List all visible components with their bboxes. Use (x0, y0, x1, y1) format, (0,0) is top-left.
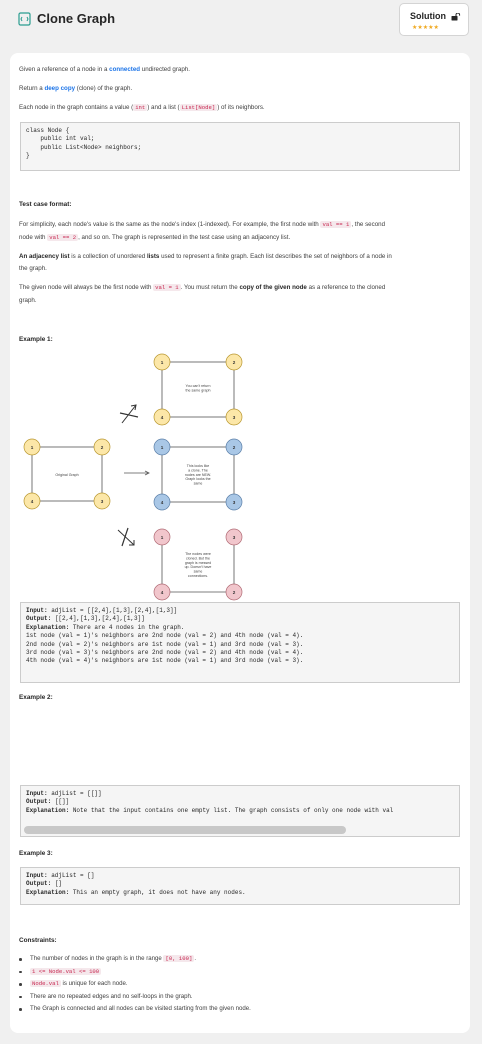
arrow-right-icon (124, 470, 150, 476)
page-title: Clone Graph (37, 11, 116, 26)
example-3-heading: Example 3: (19, 850, 53, 857)
graph-node: 1 (153, 438, 171, 456)
graph-node: 3 (225, 408, 243, 426)
graph-node: 1 (23, 438, 41, 456)
same-graph-caption: You can't return the same graph (186, 384, 211, 392)
example-1-output-box: Input: adjList = [[2,4],[1,3],[2,4],[1,3… (20, 602, 460, 683)
graph-node: 3 (225, 528, 243, 546)
svg-text:3: 3 (233, 535, 236, 540)
svg-text:2: 2 (233, 445, 236, 450)
svg-text:1: 1 (161, 445, 164, 450)
graph-node: 4 (23, 492, 41, 510)
rating-stars: ★★★★★ (412, 25, 439, 31)
svg-text:3: 3 (233, 415, 236, 420)
list-item: Node.val is unique for each node. (19, 978, 251, 991)
svg-text:2: 2 (233, 360, 236, 365)
solution-button[interactable]: Solution ★★★★★ (399, 3, 469, 36)
svg-text:1: 1 (31, 445, 34, 450)
svg-text:4: 4 (161, 590, 164, 595)
crossed-arrow-down-icon (117, 527, 135, 547)
list-item: 1 <= Node.val <= 100 (19, 966, 251, 979)
graph-node: 2 (93, 438, 111, 456)
original-graph: Original Graph 1 2 3 4 (23, 438, 111, 510)
same-graph-wrong: You can't return the same graph 1 2 3 4 (153, 353, 243, 426)
svg-text:1: 1 (161, 535, 164, 540)
unlock-icon (451, 13, 461, 21)
correct-clone-graph: This looks like a clone. The nodes are NEW… (153, 438, 243, 511)
graph-node: 2 (225, 353, 243, 371)
graph-node: 3 (225, 493, 243, 511)
svg-text:3: 3 (233, 500, 236, 505)
graph-node: 3 (93, 492, 111, 510)
list-item: The number of nodes in the graph is in t… (19, 953, 251, 966)
graph-node: 1 (153, 528, 171, 546)
svg-text:2: 2 (233, 590, 236, 595)
example-3-output-box: Input: adjList = [] Output: [] Explanati… (20, 867, 460, 905)
document-icon (18, 12, 31, 26)
list-item: The Graph is connected and all nodes can… (19, 1003, 251, 1016)
crossed-arrow-up-icon (119, 404, 139, 424)
graph-node: 4 (153, 493, 171, 511)
graph-node: 4 (153, 583, 171, 601)
constraints-heading: Constraints: (19, 937, 57, 944)
list-item: There are no repeated edges and no self-… (19, 991, 251, 1004)
svg-text:4: 4 (161, 415, 164, 420)
graph-node: 2 (225, 583, 243, 601)
constraints-list: The number of nodes in the graph is in t… (19, 953, 251, 1016)
graph-node: 1 (153, 353, 171, 371)
graph-node: 4 (153, 408, 171, 426)
example-2-heading: Example 2: (19, 694, 53, 701)
problem-header: Clone Graph Solution ★★★★★ (0, 0, 482, 46)
svg-text:2: 2 (101, 445, 104, 450)
example-1-diagram: Original Graph 1 2 3 4 You can't return t… (23, 353, 243, 601)
svg-text:3: 3 (101, 499, 104, 504)
svg-text:4: 4 (161, 500, 164, 505)
solution-label: Solution (410, 11, 446, 21)
graph-node: 2 (225, 438, 243, 456)
wrong-connections-graph: The nodes were cloned. But the graph is me… (153, 528, 243, 601)
wrong-connections-caption: The nodes were cloned. But the graph is me… (185, 552, 212, 578)
problem-card: Given a reference of a node in a connect… (10, 53, 470, 1033)
correct-clone-caption: This looks like a clone. The nodes are NEW… (185, 464, 211, 486)
svg-text:1: 1 (161, 360, 164, 365)
svg-text:4: 4 (31, 499, 34, 504)
original-graph-caption: Original Graph (55, 473, 78, 477)
horizontal-scrollbar[interactable] (24, 826, 346, 834)
